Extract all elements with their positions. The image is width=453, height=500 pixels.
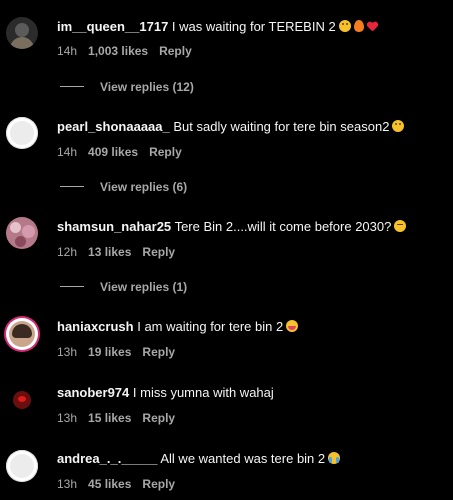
comment-body: All we wanted was tere bin 2 [160,451,326,466]
comment-meta: 13h 19 likes Reply [57,344,186,360]
view-replies-button[interactable]: View replies (12) [60,79,194,95]
comment-text-line: pearl_shonaaaaa_ But sadly waiting for t… [57,119,405,135]
comment-timestamp: 13h [57,345,78,359]
view-replies-button[interactable]: View replies (1) [60,279,187,295]
view-replies-label: View replies (1) [100,280,188,294]
comment-timestamp: 13h [57,411,78,425]
view-replies-label: View replies (6) [100,180,188,194]
crying-face-emoji-icon [328,452,341,464]
comment-body: Tere Bin 2....will it come before 2030? [174,219,392,234]
comment-meta: 14h 409 likes Reply [57,144,193,160]
comment-text-line: andrea_._._____ All we wanted was tere b… [57,451,341,467]
comment-timestamp: 12h [57,245,78,259]
comment-meta: 13h 15 likes Reply [57,410,186,426]
view-replies-button[interactable]: View replies (6) [60,179,187,195]
comment-timestamp: 14h [57,145,78,159]
comment-timestamp: 13h [57,477,78,491]
reply-button[interactable]: Reply [142,476,175,492]
reply-button[interactable]: Reply [159,43,192,59]
comment-meta: 12h 13 likes Reply [57,244,186,260]
grinning-squinting-face-emoji-icon [286,320,299,332]
red-heart-emoji-icon [367,22,378,32]
avatar[interactable] [6,17,38,49]
like-count[interactable]: 19 likes [88,344,131,360]
comment-meta: 14h 1,003 likes Reply [57,43,203,59]
flushed-face-emoji-icon [392,120,405,132]
view-replies-label: View replies (12) [100,80,194,94]
avatar[interactable] [6,217,38,249]
relieved-face-emoji-icon [394,220,407,232]
avatar[interactable] [6,318,38,350]
comment-username[interactable]: pearl_shonaaaaa_ [57,119,170,134]
avatar[interactable] [6,117,38,149]
comment-username[interactable]: haniaxcrush [57,319,134,334]
like-count[interactable]: 409 likes [88,144,138,160]
comment-text-line: sanober974 I miss yumna with wahaj [57,385,274,401]
divider-dash [60,86,84,87]
fire-emoji-icon [353,20,364,32]
like-count[interactable]: 13 likes [88,244,131,260]
comment-body: I was waiting for TEREBIN 2 [171,19,336,34]
like-count[interactable]: 1,003 likes [88,43,148,59]
comment-meta: 13h 45 likes Reply [57,476,186,492]
comment-text-line: im__queen__1717 I was waiting for TEREBI… [57,19,378,35]
reply-button[interactable]: Reply [149,144,182,160]
comment-username[interactable]: shamsun_nahar25 [57,219,171,234]
like-count[interactable]: 15 likes [88,410,131,426]
comment-text-line: shamsun_nahar25 Tere Bin 2....will it co… [57,219,407,235]
comment-username[interactable]: im__queen__1717 [57,19,168,34]
reply-button[interactable]: Reply [142,244,175,260]
reply-button[interactable]: Reply [142,410,175,426]
comment-body: I miss yumna with wahaj [132,385,274,400]
flushed-face-emoji-icon [338,20,351,32]
comment-text-line: haniaxcrush I am waiting for tere bin 2 [57,319,299,335]
divider-dash [60,186,84,187]
avatar[interactable] [6,384,38,416]
like-count[interactable]: 45 likes [88,476,131,492]
comment-username[interactable]: andrea_._._____ [57,451,157,466]
comment-body: But sadly waiting for tere bin season2 [173,119,390,134]
comment-username[interactable]: sanober974 [57,385,129,400]
comment-body: I am waiting for tere bin 2 [137,319,284,334]
comment-timestamp: 14h [57,44,78,58]
avatar[interactable] [6,450,38,482]
reply-button[interactable]: Reply [142,344,175,360]
divider-dash [60,286,84,287]
